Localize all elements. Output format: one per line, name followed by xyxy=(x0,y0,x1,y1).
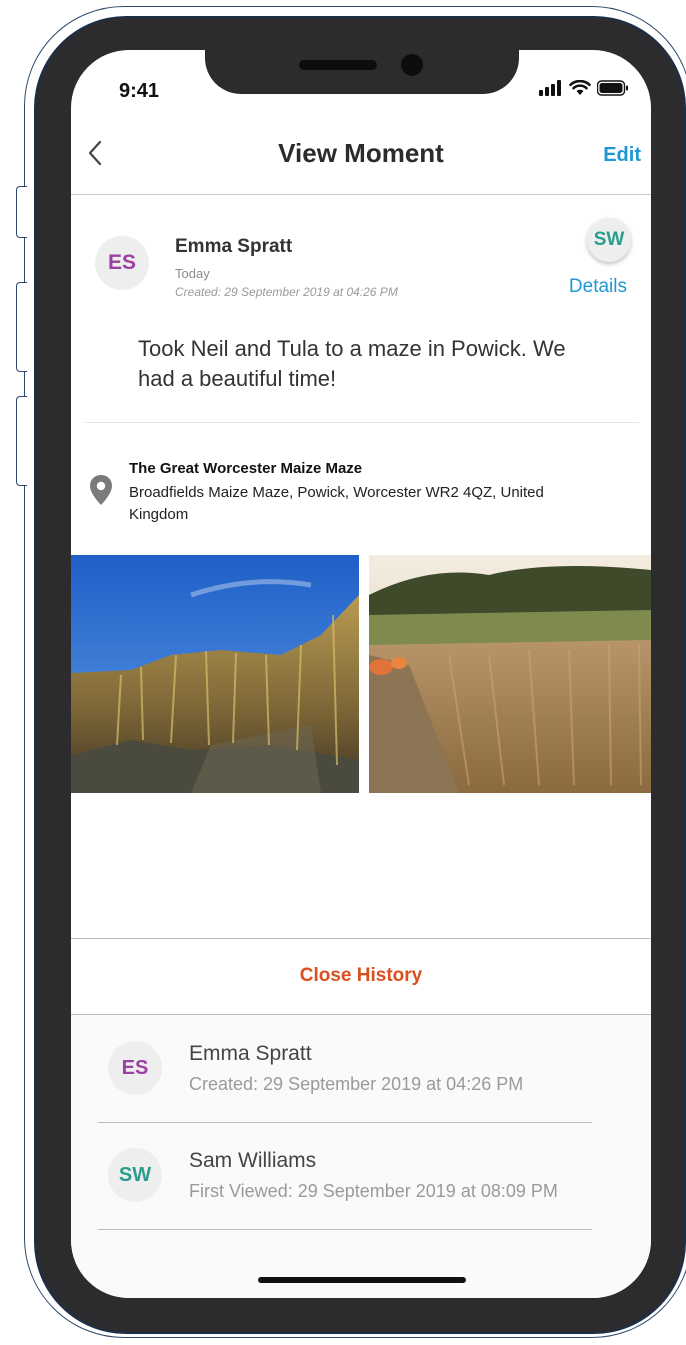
viewer-avatar-initials: SW xyxy=(593,229,625,250)
location-pin-icon xyxy=(90,475,112,505)
history-entry-detail: Created: 29 September 2019 at 04:26 PM xyxy=(189,1074,524,1094)
maize-field-photo-1 xyxy=(71,555,359,793)
content-divider xyxy=(85,422,639,423)
edit-button[interactable]: Edit xyxy=(603,144,641,167)
speaker-grille xyxy=(299,60,377,70)
signal-icon xyxy=(539,80,561,96)
history-row-divider xyxy=(98,1229,592,1230)
author-avatar-initials: ES xyxy=(107,251,136,274)
header-divider xyxy=(71,194,651,195)
location-address: Broadfields Maize Maze, Powick, Worceste… xyxy=(129,484,544,523)
close-history-button[interactable]: Close History xyxy=(71,965,651,987)
battery-icon xyxy=(597,80,628,96)
status-icons xyxy=(539,80,629,96)
details-link[interactable]: Details xyxy=(569,276,627,298)
viewer-avatar[interactable]: SW xyxy=(587,218,631,262)
moment-day: Today xyxy=(175,266,210,281)
history-row-divider xyxy=(98,1122,592,1123)
app-screen: 9:41 View Moment Edit ES Emma Spratt Tod… xyxy=(71,50,651,1298)
mute-switch xyxy=(16,186,27,238)
history-entry-name: Emma Spratt xyxy=(189,1042,312,1065)
history-avatar-initials: ES xyxy=(121,1056,149,1079)
history-avatar-sw: SW xyxy=(108,1148,162,1202)
moment-photo-2[interactable] xyxy=(369,555,651,793)
wifi-icon xyxy=(569,80,591,95)
moment-text: Took Neil and Tula to a maze in Powick. … xyxy=(138,336,566,391)
history-top-divider xyxy=(71,938,651,939)
page-title: View Moment xyxy=(278,138,444,168)
front-camera xyxy=(401,54,423,76)
history-avatar-es: ES xyxy=(108,1041,162,1095)
volume-down-button xyxy=(16,396,27,486)
moment-photo-1[interactable] xyxy=(71,555,359,793)
maize-field-photo-2 xyxy=(369,555,651,793)
status-time: 9:41 xyxy=(119,80,160,102)
device-notch xyxy=(205,50,519,94)
author-name: Emma Spratt xyxy=(175,236,293,257)
location-name: The Great Worcester Maize Maze xyxy=(129,460,363,477)
moment-created: Created: 29 September 2019 at 04:26 PM xyxy=(175,285,398,299)
volume-up-button xyxy=(16,282,27,372)
history-entry-name: Sam Williams xyxy=(189,1149,317,1172)
history-entry-detail: First Viewed: 29 September 2019 at 08:09… xyxy=(189,1181,558,1201)
home-indicator xyxy=(258,1277,466,1283)
author-avatar: ES xyxy=(95,236,149,290)
history-avatar-initials: SW xyxy=(118,1163,152,1186)
